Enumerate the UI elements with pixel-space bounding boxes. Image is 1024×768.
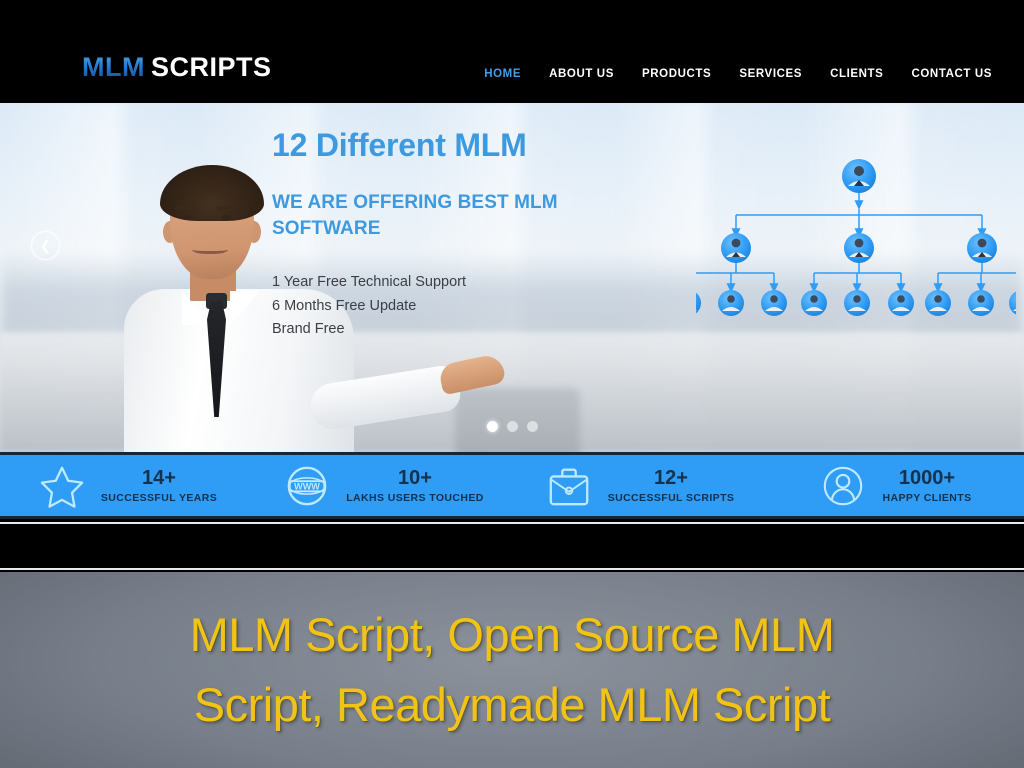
businessman-brow-left: [177, 206, 197, 210]
banner-line-1: MLM Script, Open Source MLM: [189, 608, 835, 662]
stat-value: 12+: [654, 467, 688, 489]
businessman-collar-right: [230, 291, 260, 325]
businessman-eye-right: [222, 215, 232, 220]
main-navigation: HOME ABOUT US PRODUCTS SERVICES CLIENTS …: [470, 64, 1006, 84]
banner-line-2: Script, Readymade MLM Script: [193, 678, 831, 731]
stat-successful-years: 14+ SUCCESSFUL YEARS: [0, 463, 256, 509]
businessman-hair: [160, 165, 264, 221]
hero-feature-item: Brand Free: [272, 321, 345, 338]
hero-subtitle: WE ARE OFFERING BEST MLM SOFTWARE: [272, 190, 692, 241]
stat-text-group: 1000+ HAPPY CLIENTS: [882, 467, 971, 504]
carousel-dot-1[interactable]: [486, 421, 498, 432]
star-icon: [39, 463, 85, 509]
hero-feature-item: 1 Year Free Technical Support: [272, 274, 467, 291]
svg-text:WWW: WWW: [294, 481, 320, 491]
stat-text-group: 12+ SUCCESSFUL SCRIPTS: [608, 467, 735, 504]
stat-label: SUCCESSFUL YEARS: [100, 492, 218, 504]
page-root: MLM SCRIPTS HOME ABOUT US PRODUCTS SERVIC…: [0, 0, 1024, 768]
dark-separator-band: [0, 522, 1024, 570]
hero-background-chair: [455, 388, 580, 452]
stat-value: 1000+: [898, 467, 956, 489]
stat-successful-scripts: 12+ SUCCESSFUL SCRIPTS: [512, 463, 768, 509]
nav-item-home[interactable]: HOME: [470, 64, 535, 84]
bottom-title-banner: MLM Script, Open Source MLM Script, Read…: [0, 572, 1024, 768]
briefcase-icon: [546, 463, 592, 509]
hero-title: 12 Different MLM: [272, 127, 527, 163]
stat-value: 10+: [398, 467, 432, 489]
stat-label: SUCCESSFUL SCRIPTS: [607, 492, 735, 504]
businessman-brow-right: [217, 206, 237, 210]
carousel-dot-3[interactable]: [526, 421, 538, 432]
carousel-prev-arrow-icon[interactable]: ❮: [31, 231, 60, 260]
nav-item-contact-us[interactable]: CONTACT US: [897, 64, 1006, 84]
nav-item-clients[interactable]: CLIENTS: [816, 64, 897, 84]
hero-feature-item: 6 Months Free Update: [272, 297, 417, 314]
nav-item-services[interactable]: SERVICES: [725, 64, 816, 84]
hero-slider: 12 Different MLM WE ARE OFFERING BEST ML…: [0, 103, 1024, 452]
stat-text-group: 14+ SUCCESSFUL YEARS: [101, 467, 217, 504]
hero-copy-block: 12 Different MLM WE ARE OFFERING BEST ML…: [272, 127, 692, 342]
stat-label: LAKHS USERS TOUCHED: [346, 492, 484, 504]
stat-happy-clients: 1000+ HAPPY CLIENTS: [768, 463, 1024, 509]
stat-value: 14+: [142, 467, 176, 489]
site-header: MLM SCRIPTS HOME ABOUT US PRODUCTS SERVIC…: [0, 0, 1024, 103]
stat-label: HAPPY CLIENTS: [882, 492, 972, 504]
logo-primary-text: MLM: [82, 52, 145, 82]
stat-text-group: 10+ LAKHS USERS TOUCHED: [346, 467, 484, 504]
businessman-smile: [192, 243, 228, 254]
mlm-network-tree-diagram: [696, 153, 1016, 328]
businessman-eye-left: [182, 215, 192, 220]
stat-lakhs-users-touched: WWW 10+ LAKHS USERS TOUCHED: [256, 463, 512, 509]
carousel-dot-2[interactable]: [506, 421, 518, 432]
site-logo[interactable]: MLM SCRIPTS: [82, 54, 272, 81]
statistics-bar: 14+ SUCCESSFUL YEARS WWW 10+ LAKHS USERS…: [0, 452, 1024, 519]
nav-item-products[interactable]: PRODUCTS: [628, 64, 725, 84]
hero-subtitle-line-2: SOFTWARE: [272, 217, 381, 239]
logo-secondary-text: SCRIPTS: [150, 52, 272, 82]
carousel-dots: [0, 421, 1024, 432]
hero-feature-list: 1 Year Free Technical Support 6 Months F…: [272, 271, 692, 341]
person-icon: [820, 463, 866, 509]
hero-subtitle-line-1: WE ARE OFFERING BEST MLM: [272, 192, 558, 214]
www-globe-icon: WWW: [284, 463, 330, 509]
nav-item-about-us[interactable]: ABOUT US: [535, 64, 628, 84]
